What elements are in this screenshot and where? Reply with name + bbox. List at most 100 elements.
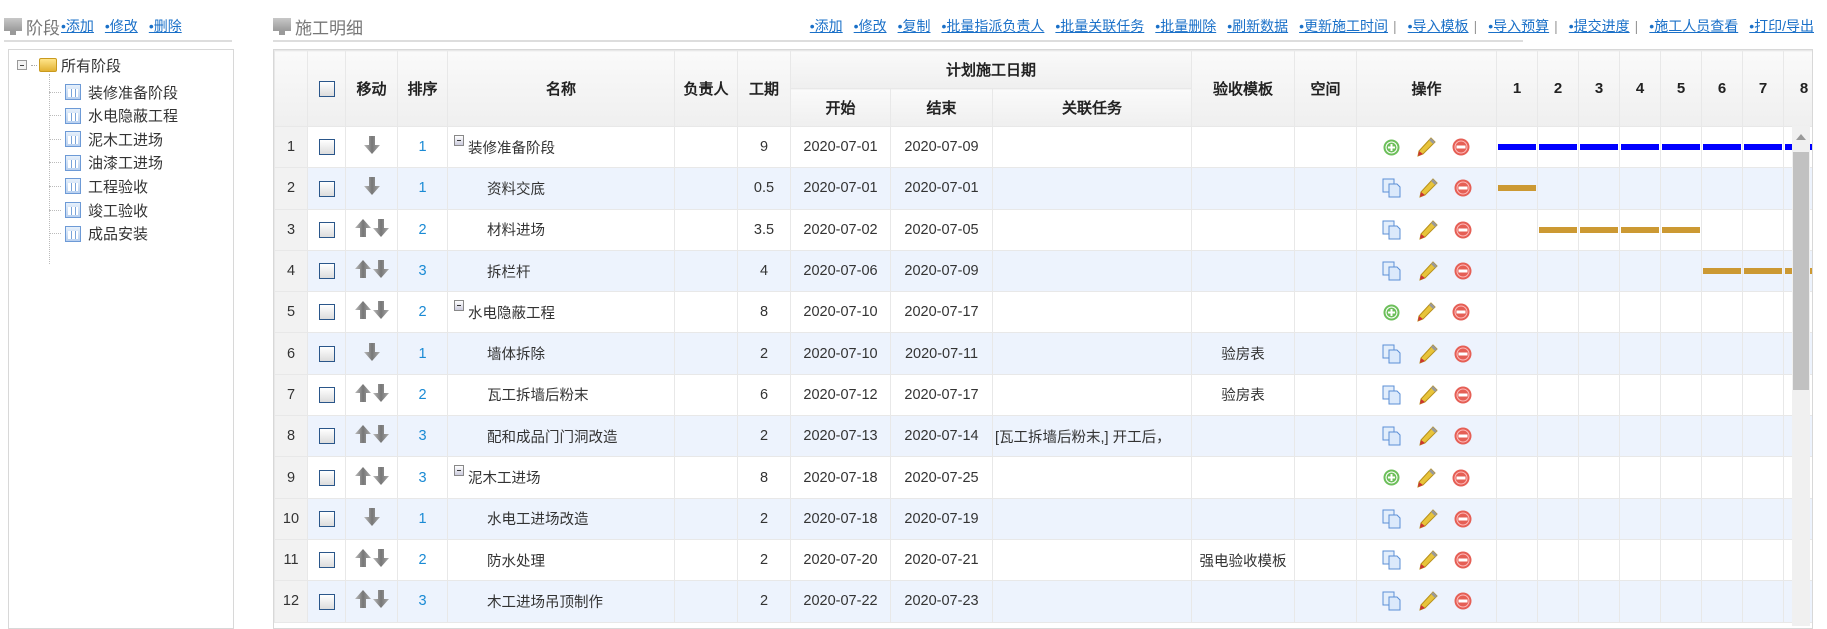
tree-item[interactable]: 油漆工进场 (49, 151, 163, 175)
move-up-icon[interactable] (354, 466, 372, 486)
collapse-icon[interactable] (454, 134, 464, 146)
table-row[interactable]: 11 2 防水处理 2 2020-07-20 2020-07-21 强电验收模板 (274, 538, 1812, 582)
tree-item[interactable]: 水电隐蔽工程 (49, 104, 178, 128)
move-down-icon[interactable] (363, 135, 381, 155)
toolbar-link-10[interactable]: •提交进度 (1569, 16, 1630, 36)
add-icon[interactable] (1383, 469, 1400, 486)
move-down-icon[interactable] (363, 342, 381, 362)
collapse-icon[interactable] (454, 465, 464, 477)
row-checkbox[interactable] (318, 469, 335, 486)
copy-icon[interactable] (1382, 178, 1402, 198)
stage-link-0[interactable]: •添加 (61, 16, 94, 36)
row-checkbox[interactable] (318, 139, 335, 156)
copy-icon[interactable] (1382, 385, 1402, 405)
move-down-icon[interactable] (372, 589, 390, 609)
delete-icon[interactable] (1452, 303, 1470, 321)
scrollbar-thumb[interactable] (1793, 152, 1809, 390)
delete-icon[interactable] (1452, 138, 1470, 156)
row-checkbox[interactable] (318, 304, 335, 321)
edit-pencil-icon[interactable] (1418, 426, 1438, 447)
toolbar-link-9[interactable]: •导入预算 (1488, 16, 1549, 36)
table-row[interactable]: 9 3 泥木工进场 8 2020-07-18 2020-07-25 (274, 456, 1812, 499)
row-checkbox[interactable] (318, 180, 335, 197)
move-down-icon[interactable] (372, 218, 390, 238)
move-up-icon[interactable] (354, 589, 372, 609)
toolbar-link-12[interactable]: •打印/导出 (1749, 16, 1814, 36)
toolbar-link-4[interactable]: •批量关联任务 (1055, 16, 1144, 36)
delete-icon[interactable] (1454, 345, 1472, 363)
delete-icon[interactable] (1454, 551, 1472, 569)
move-down-icon[interactable] (363, 507, 381, 527)
move-down-icon[interactable] (372, 548, 390, 568)
move-down-icon[interactable] (363, 176, 381, 196)
row-checkbox[interactable] (318, 593, 335, 610)
table-row[interactable]: 5 2 水电隐蔽工程 8 2020-07-10 2020-07-17 (274, 291, 1812, 334)
edit-pencil-icon[interactable] (1416, 302, 1436, 323)
delete-icon[interactable] (1452, 469, 1470, 487)
table-row[interactable]: 7 2 瓦工拆墙后粉末 6 2020-07-12 2020-07-17 验房表 (274, 373, 1812, 417)
table-row[interactable]: 12 3 木工进场吊顶制作 2 2020-07-22 2020-07-23 (274, 580, 1812, 623)
row-checkbox[interactable] (318, 263, 335, 280)
toolbar-link-11[interactable]: •施工人员查看 (1649, 16, 1738, 36)
tree-item[interactable]: 泥木工进场 (49, 127, 163, 151)
collapse-icon[interactable] (17, 60, 27, 70)
move-up-icon[interactable] (354, 548, 372, 568)
copy-icon[interactable] (1382, 426, 1402, 446)
tree-item[interactable]: 工程验收 (49, 174, 148, 198)
move-down-icon[interactable] (372, 383, 390, 403)
edit-pencil-icon[interactable] (1418, 220, 1438, 240)
vertical-scrollbar[interactable] (1792, 126, 1810, 626)
row-checkbox[interactable] (318, 221, 335, 238)
edit-pencil-icon[interactable] (1418, 385, 1438, 405)
move-up-icon[interactable] (354, 383, 372, 403)
edit-pencil-icon[interactable] (1418, 509, 1438, 529)
copy-icon[interactable] (1382, 220, 1402, 240)
delete-icon[interactable] (1454, 592, 1472, 610)
row-checkbox[interactable] (318, 428, 335, 445)
move-up-icon[interactable] (354, 300, 372, 320)
delete-icon[interactable] (1454, 179, 1472, 197)
move-down-icon[interactable] (372, 300, 390, 320)
copy-icon[interactable] (1382, 550, 1402, 570)
copy-icon[interactable] (1382, 591, 1402, 611)
delete-icon[interactable] (1454, 221, 1472, 239)
toolbar-link-1[interactable]: •修改 (854, 16, 887, 36)
row-checkbox[interactable] (318, 552, 335, 569)
move-up-icon[interactable] (354, 218, 372, 238)
tree-item[interactable]: 成品安装 (49, 222, 148, 246)
toolbar-link-3[interactable]: •批量指派负责人 (941, 16, 1044, 36)
stage-link-2[interactable]: •删除 (149, 16, 182, 36)
table-row[interactable]: 2 1 资料交底 0.5 2020-07-01 2020-07-01 (274, 167, 1812, 210)
edit-pencil-icon[interactable] (1418, 591, 1438, 612)
move-down-icon[interactable] (372, 259, 390, 279)
delete-icon[interactable] (1454, 510, 1472, 528)
row-checkbox[interactable] (318, 510, 335, 527)
delete-icon[interactable] (1454, 427, 1472, 445)
toolbar-link-8[interactable]: •导入模板 (1408, 16, 1469, 36)
table-row[interactable]: 8 3 配和成品门门洞改造 2 2020-07-13 2020-07-14 [瓦工拆墙后粉末… (274, 415, 1812, 458)
move-up-icon[interactable] (354, 259, 372, 279)
add-icon[interactable] (1383, 304, 1400, 321)
tree-root[interactable]: 所有阶段 (17, 53, 121, 77)
add-icon[interactable] (1383, 139, 1400, 156)
move-down-icon[interactable] (372, 466, 390, 486)
toolbar-link-6[interactable]: •刷新数据 (1227, 16, 1288, 36)
table-row[interactable]: 4 3 拆栏杆 4 2020-07-06 2020-07-09 (274, 249, 1812, 293)
stage-link-1[interactable]: •修改 (105, 16, 138, 36)
table-row[interactable]: 3 2 材料进场 3.5 2020-07-02 2020-07-05 (274, 208, 1812, 251)
copy-icon[interactable] (1382, 344, 1402, 364)
edit-pencil-icon[interactable] (1418, 261, 1438, 281)
copy-icon[interactable] (1382, 261, 1402, 281)
edit-pencil-icon[interactable] (1416, 467, 1436, 488)
select-all-checkbox[interactable] (318, 81, 335, 98)
toolbar-link-2[interactable]: •复制 (898, 16, 931, 36)
edit-pencil-icon[interactable] (1418, 550, 1438, 570)
row-checkbox[interactable] (318, 345, 335, 362)
tree-item[interactable]: 竣工验收 (49, 198, 148, 222)
move-down-icon[interactable] (372, 424, 390, 444)
delete-icon[interactable] (1454, 386, 1472, 404)
edit-pencil-icon[interactable] (1416, 137, 1436, 157)
toolbar-link-7[interactable]: •更新施工时间 (1299, 16, 1388, 36)
delete-icon[interactable] (1454, 262, 1472, 280)
row-checkbox[interactable] (318, 387, 335, 404)
